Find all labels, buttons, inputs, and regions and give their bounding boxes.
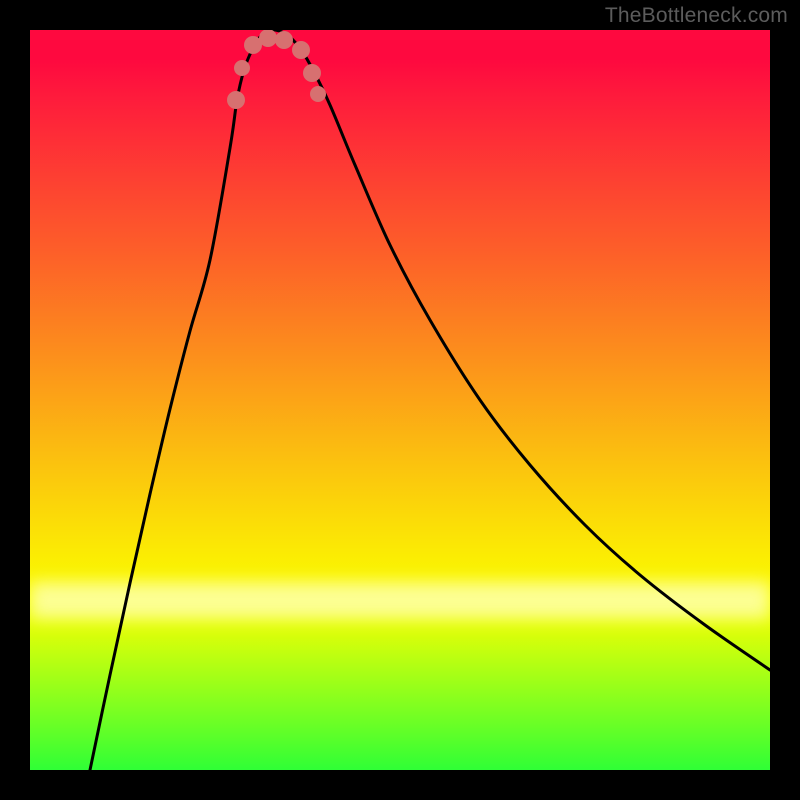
curve-layer [30,30,770,770]
plot-area [30,30,770,770]
curve-marker [310,86,326,102]
bottleneck-curve [90,30,770,770]
watermark-text: TheBottleneck.com [605,4,788,28]
curve-marker [292,41,310,59]
curve-markers [227,30,326,109]
curve-marker [227,91,245,109]
curve-marker [234,60,250,76]
curve-marker [303,64,321,82]
curve-marker [275,31,293,49]
chart-frame: TheBottleneck.com [0,0,800,800]
